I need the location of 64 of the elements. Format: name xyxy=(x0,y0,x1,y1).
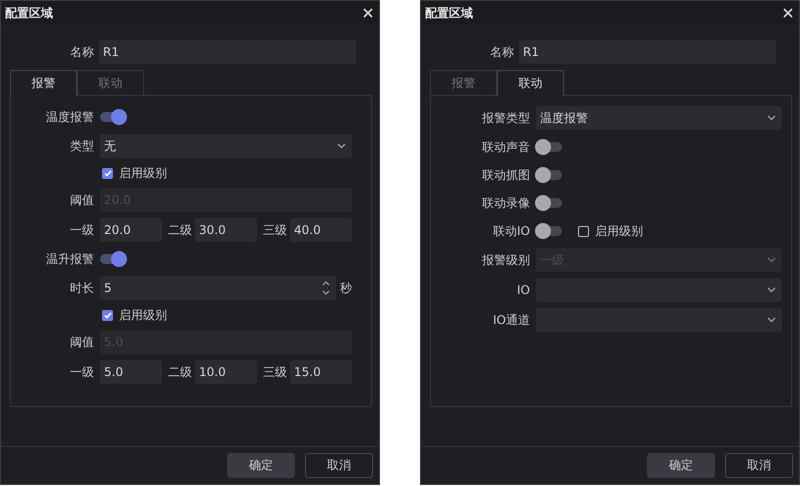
field-label: 联动声音 xyxy=(481,138,531,156)
tab[interactable]: 联动 xyxy=(497,70,564,96)
field-label: 联动IO xyxy=(492,222,531,240)
checkbox-label: 启用级别 xyxy=(119,164,167,182)
ok-button[interactable]: 确定 xyxy=(227,453,295,478)
field-label: 三级 xyxy=(262,364,288,380)
field-label: 阈值 xyxy=(69,334,95,350)
cancel-button[interactable]: 取消 xyxy=(305,453,373,478)
field-label: IO xyxy=(516,283,531,297)
number-field[interactable]: 5 xyxy=(100,276,336,300)
toggle-switch[interactable] xyxy=(536,226,562,236)
input-field[interactable]: R1 xyxy=(99,40,356,64)
field-label: 联动录像 xyxy=(481,194,531,212)
unit-label: 秒 xyxy=(340,280,352,296)
checkbox[interactable] xyxy=(102,168,113,178)
tab[interactable]: 报警 xyxy=(430,70,497,95)
input-field[interactable]: 20.0 xyxy=(100,218,162,242)
checkbox[interactable] xyxy=(102,310,113,320)
ok-button[interactable]: 确定 xyxy=(647,453,715,478)
field-label: 一级 xyxy=(69,364,95,380)
input-field[interactable]: 15.0 xyxy=(290,360,352,384)
field-label: 温度报警 xyxy=(45,108,95,126)
input-field[interactable]: R1 xyxy=(519,40,776,64)
dropdown[interactable]: 无 xyxy=(100,134,352,158)
chevron-icon xyxy=(337,143,346,149)
toggle-switch[interactable] xyxy=(536,198,562,208)
checkbox-label: 启用级别 xyxy=(595,222,643,240)
field-label: 二级 xyxy=(167,222,193,238)
checkbox[interactable] xyxy=(578,226,589,236)
field-label: 报警级别 xyxy=(481,252,531,268)
chevron-icon xyxy=(767,317,776,323)
field-label: 阈值 xyxy=(69,192,95,208)
close-icon[interactable] xyxy=(363,8,373,18)
tab[interactable]: 报警 xyxy=(10,70,77,96)
input-field[interactable]: 5.0 xyxy=(100,360,162,384)
field-label: 时长 xyxy=(69,280,95,296)
input-field[interactable]: 10.0 xyxy=(195,360,257,384)
field-label: 三级 xyxy=(262,222,288,238)
input-field[interactable]: 30.0 xyxy=(195,218,257,242)
toggle-switch[interactable] xyxy=(100,254,126,264)
dropdown[interactable]: 温度报警 xyxy=(536,106,782,130)
field-label: 联动抓图 xyxy=(481,166,531,184)
field-label: 名称 xyxy=(489,44,514,60)
chevron-icon xyxy=(767,287,776,293)
chevron-icon xyxy=(767,115,776,121)
toggle-switch[interactable] xyxy=(536,170,562,180)
field-label: 二级 xyxy=(167,364,193,380)
toggle-switch[interactable] xyxy=(100,112,126,122)
cancel-button[interactable]: 取消 xyxy=(725,453,793,478)
spinner-arrows-icon xyxy=(322,281,330,295)
field-label: 温升报警 xyxy=(45,250,95,268)
field-label: 一级 xyxy=(69,222,95,238)
field-label: 类型 xyxy=(69,138,95,154)
field-label: 名称 xyxy=(69,44,94,60)
close-icon[interactable] xyxy=(783,8,793,18)
dialog-title: 配置区域 xyxy=(5,4,53,22)
chevron-icon xyxy=(767,257,776,263)
field-label: IO通道 xyxy=(492,312,531,328)
dialog-title: 配置区域 xyxy=(425,4,473,22)
tab[interactable]: 联动 xyxy=(77,70,144,95)
toggle-switch[interactable] xyxy=(536,142,562,152)
input-field[interactable]: 40.0 xyxy=(290,218,352,242)
checkbox-label: 启用级别 xyxy=(119,306,167,324)
field-label: 报警类型 xyxy=(481,110,531,126)
